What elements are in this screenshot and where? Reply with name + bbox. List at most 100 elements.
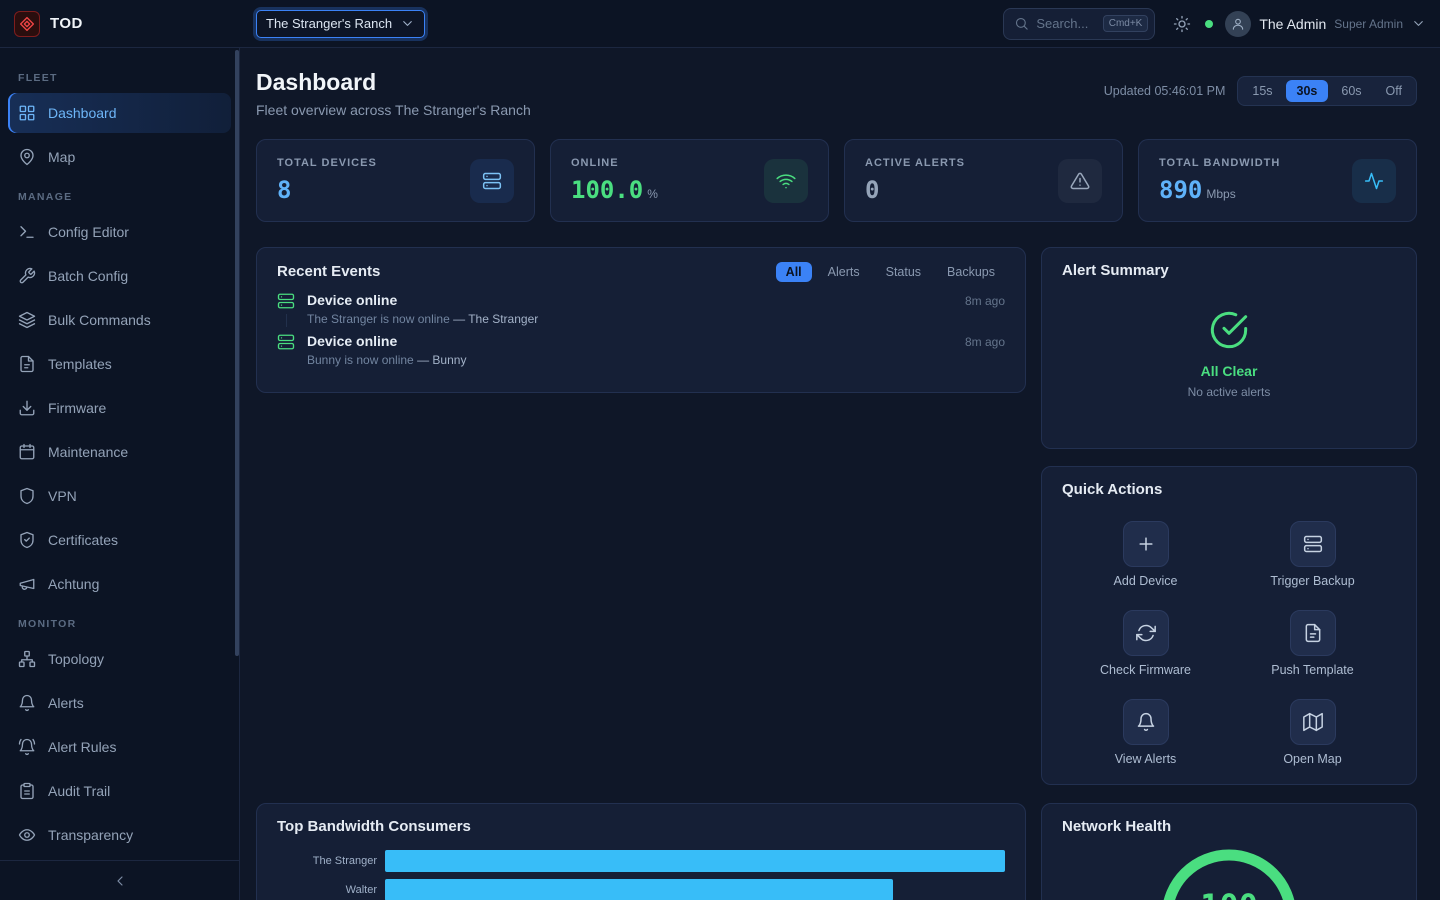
sidebar-item-firmware[interactable]: Firmware xyxy=(8,388,231,428)
stat-unit: % xyxy=(647,187,658,201)
sidebar-item-certificates[interactable]: Certificates xyxy=(8,520,231,560)
quick-action-add-device[interactable]: Add Device xyxy=(1062,521,1229,588)
stat-value: 8 xyxy=(277,176,291,204)
wrench-icon xyxy=(18,267,36,285)
chevron-left-icon xyxy=(112,873,128,889)
stat-value: 890 xyxy=(1159,176,1202,204)
quick-action-label: Open Map xyxy=(1283,752,1341,766)
chevron-down-icon xyxy=(400,16,415,31)
clipboard-icon xyxy=(18,782,36,800)
sidebar-collapse-button[interactable] xyxy=(0,860,239,900)
page-header: Dashboard Fleet overview across The Stra… xyxy=(256,68,1417,119)
sidebar-item-bulk-commands[interactable]: Bulk Commands xyxy=(8,300,231,340)
timeline-connector xyxy=(286,314,287,327)
stat-unit: Mbps xyxy=(1206,187,1235,201)
stat-label: ONLINE xyxy=(571,157,658,169)
shield-check-icon xyxy=(18,531,36,549)
filter-all[interactable]: All xyxy=(776,262,812,282)
network-health-value: 100 xyxy=(1200,887,1258,900)
megaphone-icon xyxy=(18,575,36,593)
fleet-selector[interactable]: The Stranger's Ranch xyxy=(256,10,425,38)
sidebar-item-alerts[interactable]: Alerts xyxy=(8,683,231,723)
user-menu[interactable]: The Admin Super Admin xyxy=(1225,11,1426,37)
refresh-60s-button[interactable]: 60s xyxy=(1330,80,1372,102)
file-icon xyxy=(18,355,36,373)
bandwidth-device-label: Walter xyxy=(277,884,385,896)
sun-icon xyxy=(1173,15,1191,33)
event-device: — Bunny xyxy=(417,353,466,367)
eye-icon xyxy=(18,826,36,844)
quick-action-trigger-backup[interactable]: Trigger Backup xyxy=(1229,521,1396,588)
wifi-icon xyxy=(776,171,796,191)
sidebar-item-label: Alerts xyxy=(48,695,84,711)
stat-label: TOTAL BANDWIDTH xyxy=(1159,157,1280,169)
bandwidth-row: The Stranger xyxy=(277,850,1005,872)
stat-card-online: ONLINE 100.0% xyxy=(550,139,829,222)
sidebar-item-achtung[interactable]: Achtung xyxy=(8,564,231,604)
plus-icon xyxy=(1136,534,1156,554)
sidebar-item-config-editor[interactable]: Config Editor xyxy=(8,212,231,252)
sidebar: FLEET Dashboard Map MANAGE Config Editor… xyxy=(0,48,240,900)
network-health-gauge: 100 xyxy=(1062,842,1396,900)
page-subtitle: Fleet overview across The Stranger's Ran… xyxy=(256,102,531,119)
refresh-15s-button[interactable]: 15s xyxy=(1241,80,1283,102)
event-filters: All Alerts Status Backups xyxy=(776,262,1005,282)
recent-events-panel: Recent Events All Alerts Status Backups xyxy=(256,247,1026,393)
sidebar-item-audit-trail[interactable]: Audit Trail xyxy=(8,771,231,811)
sidebar-item-dashboard[interactable]: Dashboard xyxy=(8,93,231,133)
sidebar-item-batch-config[interactable]: Batch Config xyxy=(8,256,231,296)
sidebar-item-topology[interactable]: Topology xyxy=(8,639,231,679)
quick-action-view-alerts[interactable]: View Alerts xyxy=(1062,699,1229,766)
quick-action-open-map[interactable]: Open Map xyxy=(1229,699,1396,766)
quick-actions-panel: Quick Actions Add Device Trigger Backup xyxy=(1041,466,1417,785)
filter-backups[interactable]: Backups xyxy=(937,262,1005,282)
event-device: — The Stranger xyxy=(453,312,538,326)
bandwidth-title: Top Bandwidth Consumers xyxy=(277,818,1005,836)
bandwidth-bar xyxy=(385,850,1005,872)
refresh-off-button[interactable]: Off xyxy=(1375,80,1413,102)
sidebar-item-label: Firmware xyxy=(48,400,106,416)
server-icon xyxy=(1303,534,1323,554)
event-row[interactable]: Device online 8m ago The Stranger is now… xyxy=(277,292,1005,327)
shell: FLEET Dashboard Map MANAGE Config Editor… xyxy=(0,48,1440,900)
filter-alerts[interactable]: Alerts xyxy=(818,262,870,282)
quick-actions-title: Quick Actions xyxy=(1062,481,1396,499)
map-icon xyxy=(1303,712,1323,732)
sidebar-item-label: Achtung xyxy=(48,576,99,592)
sidebar-item-label: Map xyxy=(48,149,75,165)
event-description: Bunny is now online xyxy=(307,353,414,367)
bell-icon xyxy=(1136,712,1156,732)
refresh-30s-button[interactable]: 30s xyxy=(1286,80,1329,102)
quick-action-push-template[interactable]: Push Template xyxy=(1229,610,1396,677)
user-name: The Admin xyxy=(1259,16,1326,32)
event-rail xyxy=(277,292,295,327)
sidebar-item-maintenance[interactable]: Maintenance xyxy=(8,432,231,472)
topbar: TOD The Stranger's Ranch Search... Cmd+K… xyxy=(0,0,1440,48)
search-input[interactable]: Search... Cmd+K xyxy=(1003,8,1155,40)
search-shortcut-badge: Cmd+K xyxy=(1103,15,1149,32)
event-row[interactable]: Device online 8m ago Bunny is now online… xyxy=(277,333,1005,368)
sidebar-item-templates[interactable]: Templates xyxy=(8,344,231,384)
download-icon xyxy=(18,399,36,417)
theme-toggle-button[interactable] xyxy=(1167,9,1197,39)
sidebar-item-label: Alert Rules xyxy=(48,739,116,755)
quick-action-label: Add Device xyxy=(1114,574,1178,588)
stat-label: ACTIVE ALERTS xyxy=(865,157,965,169)
sidebar-item-transparency[interactable]: Transparency xyxy=(8,815,231,855)
layers-icon xyxy=(18,311,36,329)
sidebar-item-alert-rules[interactable]: Alert Rules xyxy=(8,727,231,767)
user-role: Super Admin xyxy=(1334,17,1403,31)
sidebar-scrollbar[interactable] xyxy=(235,50,239,656)
quick-action-label: Trigger Backup xyxy=(1270,574,1354,588)
chevron-down-icon xyxy=(1411,16,1426,31)
search-placeholder: Search... xyxy=(1036,16,1095,31)
sidebar-item-vpn[interactable]: VPN xyxy=(8,476,231,516)
calendar-icon xyxy=(18,443,36,461)
event-title: Device online xyxy=(307,292,397,309)
stat-value: 100.0 xyxy=(571,176,643,204)
dashboard-grid-icon xyxy=(18,104,36,122)
filter-status[interactable]: Status xyxy=(876,262,931,282)
stats-row: TOTAL DEVICES 8 ONLINE 100.0% ACTIVE ALE… xyxy=(256,139,1417,222)
sidebar-item-map[interactable]: Map xyxy=(8,137,231,177)
quick-action-check-firmware[interactable]: Check Firmware xyxy=(1062,610,1229,677)
